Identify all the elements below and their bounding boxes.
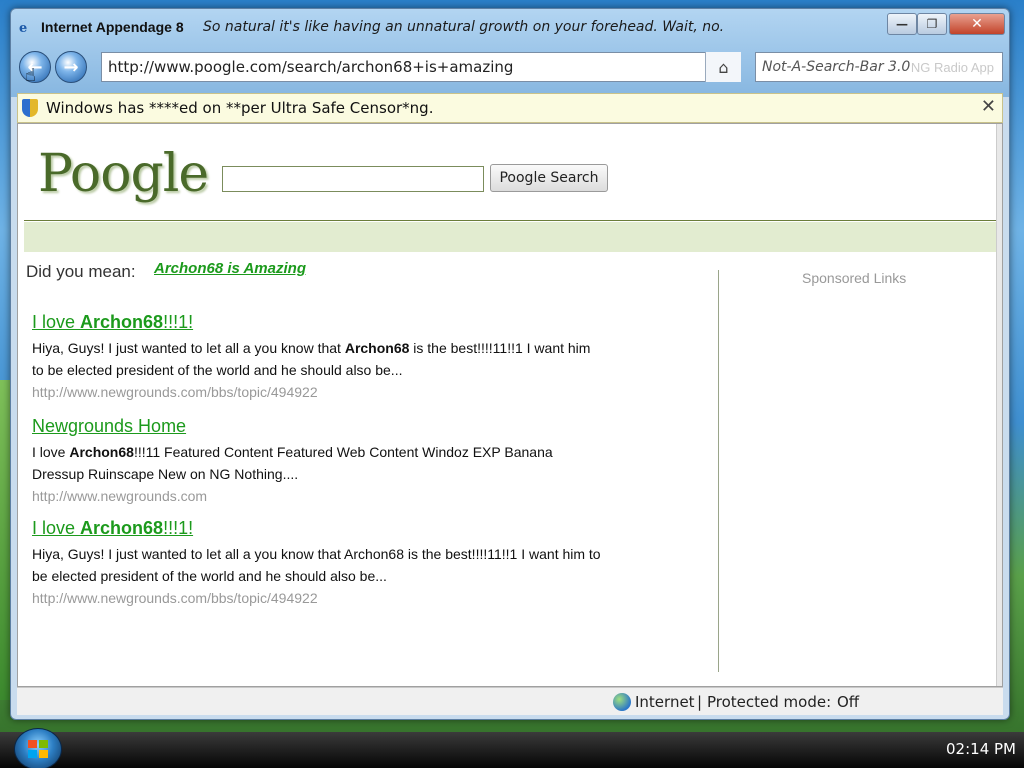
page-content: Poogle Poogle Search Did you mean: Archo… xyxy=(17,123,1003,687)
information-bar[interactable]: Windows has ****ed on **per Ultra Safe C… xyxy=(17,93,1003,123)
browser-window: e Internet Appendage 8 So natural it's l… xyxy=(10,8,1010,720)
result-title-suffix: !!!1! xyxy=(163,518,194,538)
result-title-link[interactable]: Newgrounds Home xyxy=(32,416,632,437)
forward-arrow-icon: → xyxy=(63,56,79,78)
globe-icon xyxy=(613,693,631,711)
result-snippet-text: I love xyxy=(32,444,70,460)
page-scrollbar[interactable] xyxy=(996,124,1002,686)
result-snippet-bold: Archon68 xyxy=(344,340,410,356)
result-url: http://www.newgrounds.com/bbs/topic/4949… xyxy=(32,590,318,606)
start-button[interactable] xyxy=(14,728,62,768)
taskbar-clock[interactable]: 02:14 PM xyxy=(946,740,1016,758)
result-title-bold: Archon68 xyxy=(80,312,164,332)
protected-mode-value[interactable]: Off xyxy=(837,693,859,711)
result-url: http://www.newgrounds.com/bbs/topic/4949… xyxy=(32,384,318,400)
result-title-text: I love xyxy=(32,518,81,538)
minimize-button[interactable]: — xyxy=(887,13,917,35)
results-band xyxy=(24,222,998,252)
title-bar: e Internet Appendage 8 So natural it's l… xyxy=(11,9,1009,47)
search-bar-ghost-text: NG Radio App xyxy=(910,60,994,75)
maximize-icon: ❐ xyxy=(926,17,938,31)
result-snippet-text: Hiya, Guys! I just wanted to let all a y… xyxy=(32,340,345,356)
navigation-bar: ← → ☝ http://www.poogle.com/search/archo… xyxy=(11,45,1009,91)
result-title-link[interactable]: I love Archon68!!!1! xyxy=(32,518,632,539)
protected-mode-label[interactable]: Protected mode: xyxy=(707,693,831,711)
search-bar-placeholder: Not-A-Search-Bar 3.0 xyxy=(762,59,911,75)
status-bar: Internet | Protected mode: Off xyxy=(17,687,1003,715)
result-title-text: Newgrounds Home xyxy=(32,416,187,436)
home-button[interactable]: ⌂ xyxy=(705,52,741,82)
taskbar xyxy=(0,732,1024,768)
did-you-mean-link[interactable]: Archon68 is Amazing xyxy=(154,260,306,277)
result-snippet: I love Archon68!!!11 Featured Content Fe… xyxy=(32,441,602,485)
result-snippet-text: Hiya, Guys! I just wanted to let all a y… xyxy=(32,546,601,584)
sidebar-divider xyxy=(718,270,719,672)
security-zone[interactable]: Internet xyxy=(635,693,695,711)
forward-button[interactable]: → xyxy=(55,51,87,83)
address-bar[interactable]: http://www.poogle.com/search/archon68+is… xyxy=(101,52,741,82)
infobar-close-icon[interactable]: ✕ xyxy=(981,96,996,117)
sponsored-links-heading: Sponsored Links xyxy=(802,270,907,286)
information-bar-text: Windows has ****ed on **per Ultra Safe C… xyxy=(46,99,434,117)
mouse-cursor-icon: ☝ xyxy=(25,65,36,86)
poogle-search-button[interactable]: Poogle Search xyxy=(490,164,608,192)
header-divider xyxy=(24,220,998,221)
result-title-suffix: !!!1! xyxy=(163,312,194,332)
did-you-mean-label: Did you mean: xyxy=(26,262,136,281)
windows-logo-icon xyxy=(28,740,48,758)
search-result: I love Archon68!!!1! Hiya, Guys! I just … xyxy=(32,518,632,609)
search-result: I love Archon68!!!1! Hiya, Guys! I just … xyxy=(32,312,632,403)
close-button[interactable]: ✕ xyxy=(949,13,1005,35)
window-tagline: So natural it's like having an unnatural… xyxy=(203,19,723,35)
poogle-logo[interactable]: Poogle xyxy=(38,144,209,204)
result-snippet-bold: Archon68 xyxy=(69,444,134,460)
search-bar[interactable]: Not-A-Search-Bar 3.0 NG Radio App xyxy=(755,52,1003,82)
minimize-icon: — xyxy=(896,17,908,31)
result-title-link[interactable]: I love Archon68!!!1! xyxy=(32,312,632,333)
result-snippet: Hiya, Guys! I just wanted to let all a y… xyxy=(32,337,602,381)
maximize-button[interactable]: ❐ xyxy=(917,13,947,35)
result-snippet: Hiya, Guys! I just wanted to let all a y… xyxy=(32,543,602,587)
shield-icon xyxy=(22,99,38,117)
result-title-bold: Archon68 xyxy=(80,518,164,538)
status-separator: | xyxy=(697,693,703,711)
close-icon: ✕ xyxy=(971,16,983,32)
search-result: Newgrounds Home I love Archon68!!!11 Fea… xyxy=(32,416,632,507)
result-title-text: I love xyxy=(32,312,81,332)
search-input[interactable] xyxy=(222,166,484,192)
result-url: http://www.newgrounds.com xyxy=(32,488,208,504)
browser-icon: e xyxy=(19,21,28,36)
window-title: Internet Appendage 8 xyxy=(41,19,184,35)
home-icon: ⌂ xyxy=(718,57,729,77)
